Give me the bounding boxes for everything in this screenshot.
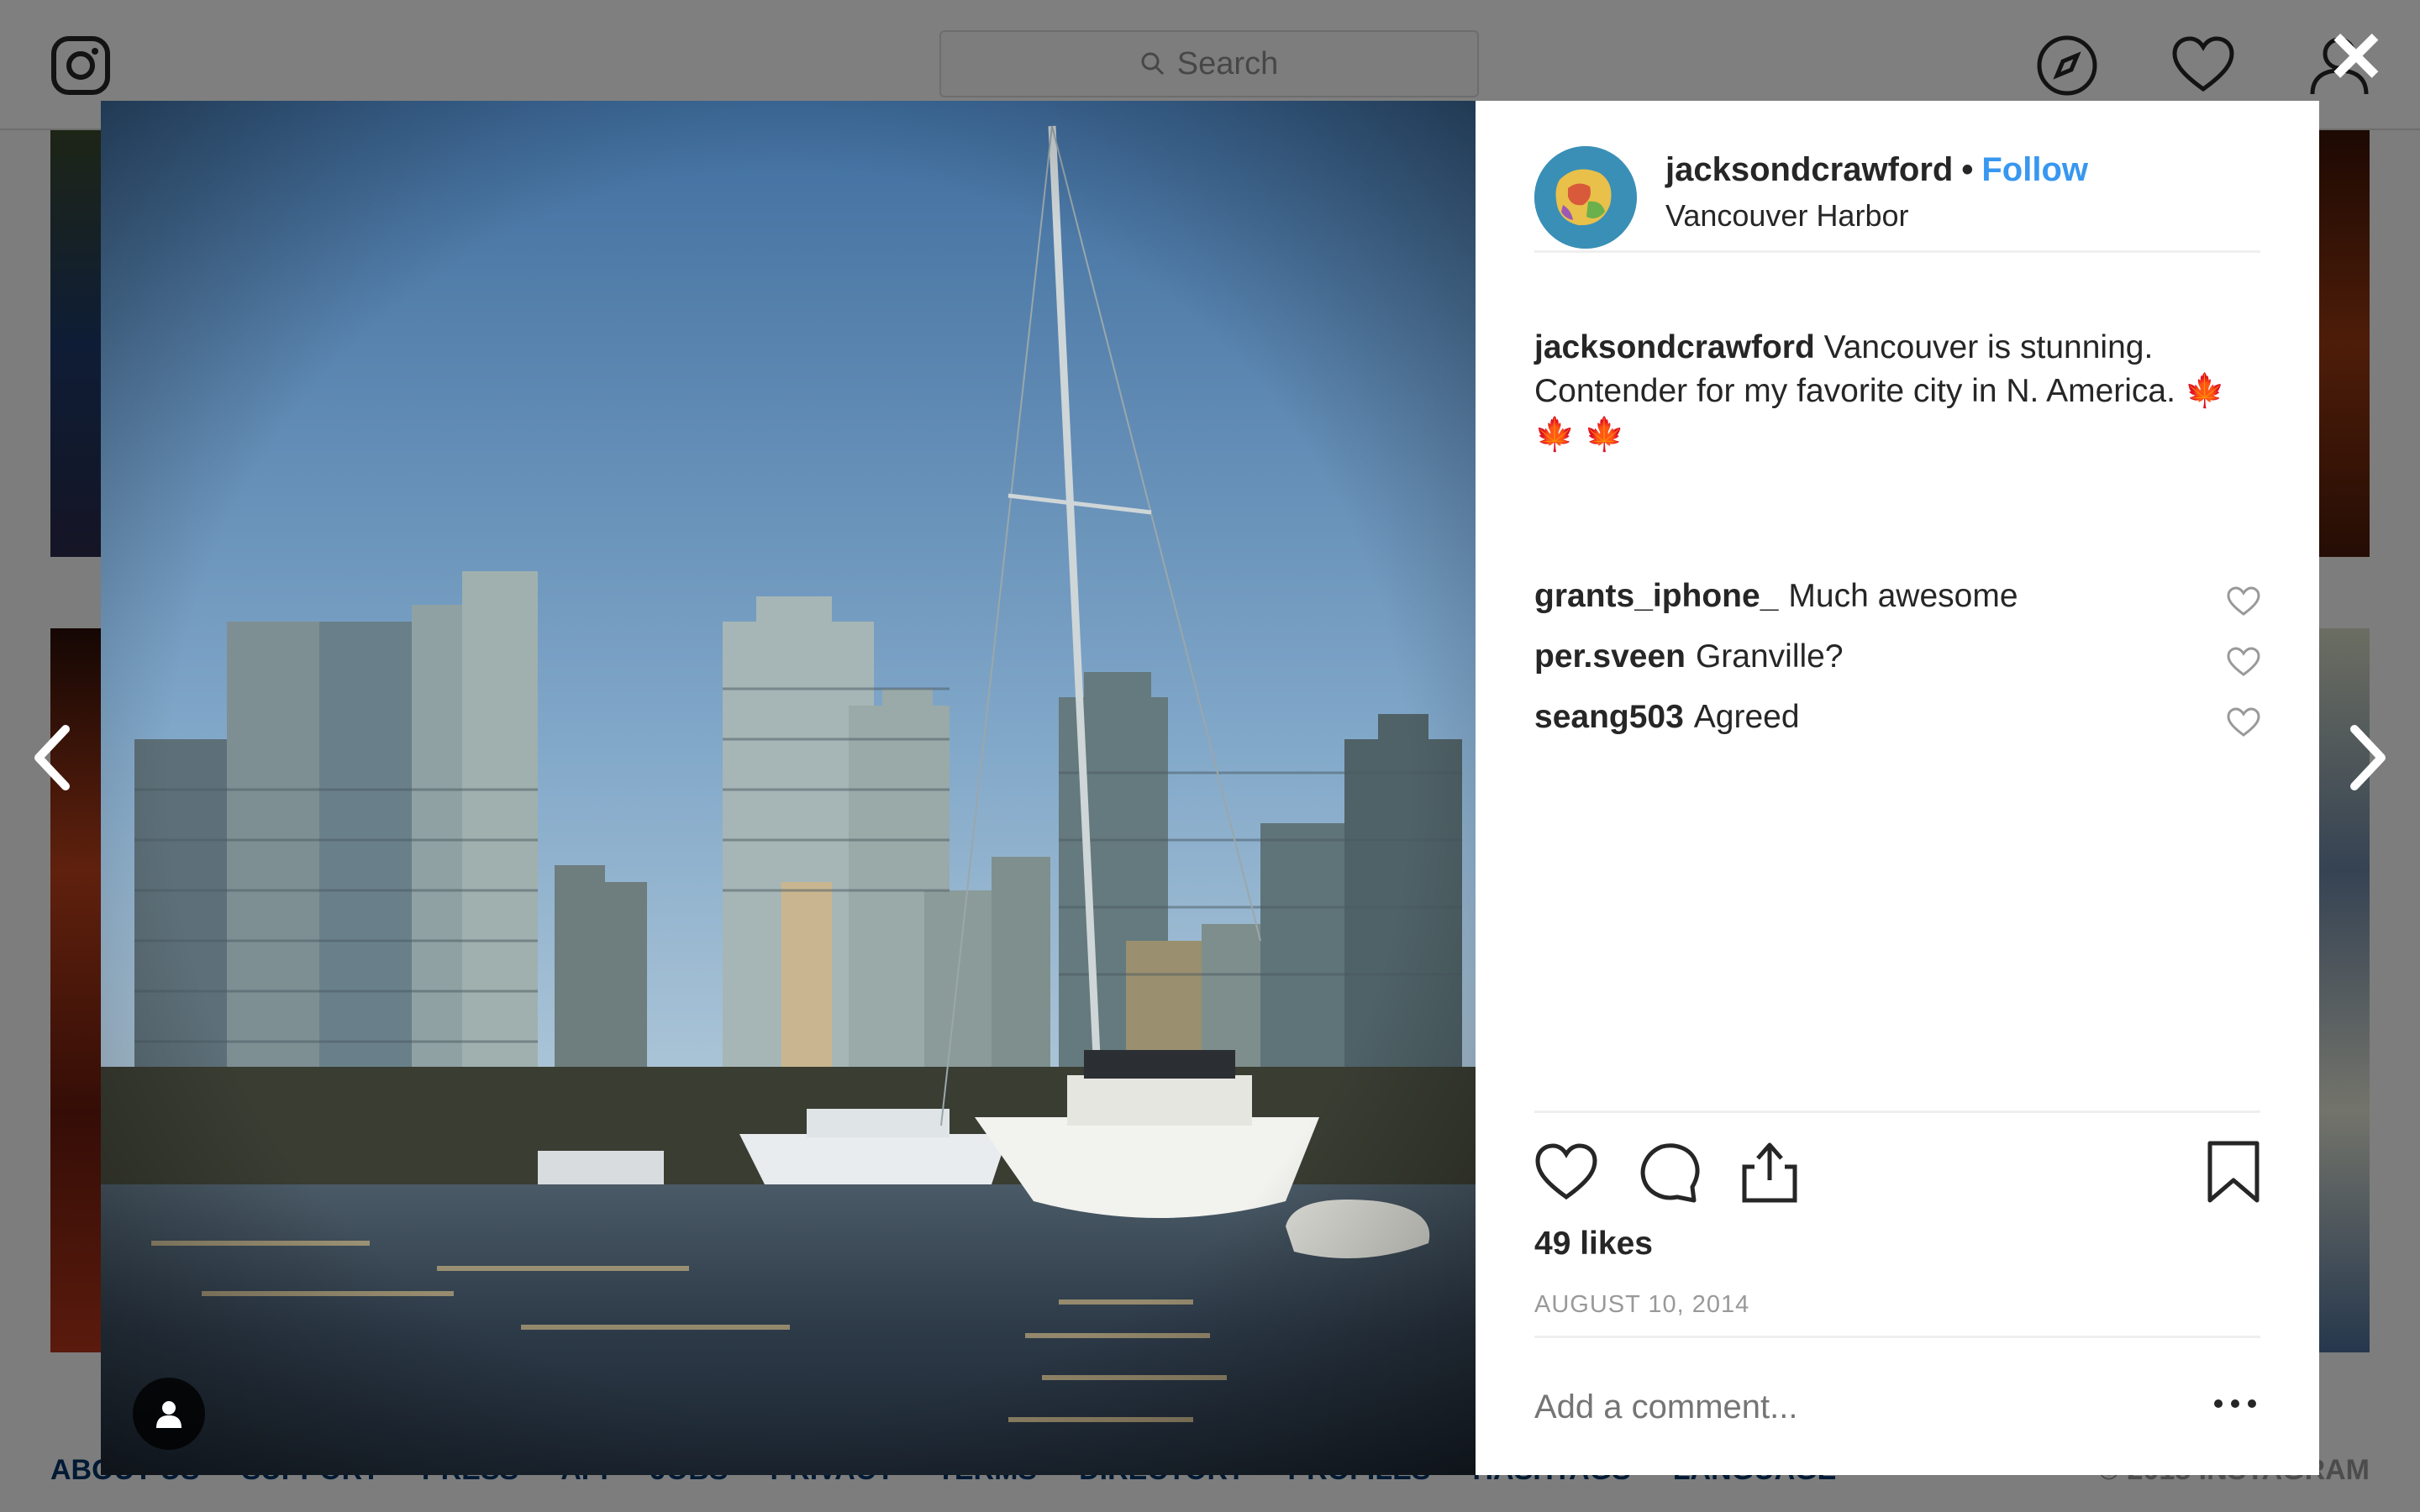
post-caption: jacksondcrawford Vancouver is stunning. … bbox=[1534, 326, 2260, 457]
post-actions: 49 likes AUGUST 10, 2014 bbox=[1534, 1110, 2260, 1365]
chevron-right-icon[interactable] bbox=[2341, 722, 2391, 793]
likes-count[interactable]: 49 likes bbox=[1534, 1226, 1653, 1263]
post-author-username[interactable]: jacksondcrawford bbox=[1665, 151, 1953, 188]
post-header: jacksondcrawford • Follow Vancouver Harbor bbox=[1534, 146, 2260, 253]
add-comment-bar bbox=[1534, 1336, 2260, 1478]
header-separator: • bbox=[1961, 151, 1974, 188]
chevron-left-icon[interactable] bbox=[29, 722, 79, 793]
comment-username[interactable]: per.sveen bbox=[1534, 638, 1686, 675]
comment-bubble-icon[interactable] bbox=[1637, 1140, 1701, 1204]
like-heart-icon[interactable] bbox=[1534, 1140, 1598, 1204]
comment-text: Agreed bbox=[1693, 699, 1800, 735]
close-icon[interactable]: ✕ bbox=[2326, 22, 2386, 92]
follow-button[interactable]: Follow bbox=[1981, 151, 2088, 188]
comment-username[interactable]: seang503 bbox=[1534, 699, 1684, 735]
comment-like-heart-icon[interactable] bbox=[2227, 586, 2260, 617]
post-date[interactable]: AUGUST 10, 2014 bbox=[1534, 1291, 1749, 1319]
caption-username[interactable]: jacksondcrawford bbox=[1534, 329, 1815, 365]
comment-item: grants_iphone_ Much awesome bbox=[1534, 578, 2260, 625]
comment-like-heart-icon[interactable] bbox=[2227, 647, 2260, 677]
add-comment-input[interactable] bbox=[1534, 1389, 2173, 1426]
comment-text: Much awesome bbox=[1788, 578, 2018, 614]
more-options-icon[interactable] bbox=[2210, 1387, 2260, 1420]
bookmark-icon[interactable] bbox=[2202, 1140, 2265, 1204]
harbor-photo bbox=[101, 101, 1476, 1475]
comment-like-heart-icon[interactable] bbox=[2227, 707, 2260, 738]
avatar[interactable] bbox=[1534, 146, 1637, 249]
post-photo[interactable] bbox=[101, 101, 1476, 1475]
post-details-panel: jacksondcrawford • Follow Vancouver Harbor… bbox=[1476, 101, 2319, 1475]
comment-item: seang503 Agreed bbox=[1534, 699, 2260, 746]
post-location[interactable]: Vancouver Harbor bbox=[1665, 198, 1908, 234]
comment-username[interactable]: grants_iphone_ bbox=[1534, 578, 1778, 614]
tagged-user-icon[interactable] bbox=[133, 1378, 205, 1450]
share-icon[interactable] bbox=[1738, 1140, 1802, 1204]
comment-item: per.sveen Granville? bbox=[1534, 638, 2260, 685]
comment-text: Granville? bbox=[1695, 638, 1844, 675]
post-modal: jacksondcrawford • Follow Vancouver Harbor… bbox=[101, 101, 2319, 1475]
